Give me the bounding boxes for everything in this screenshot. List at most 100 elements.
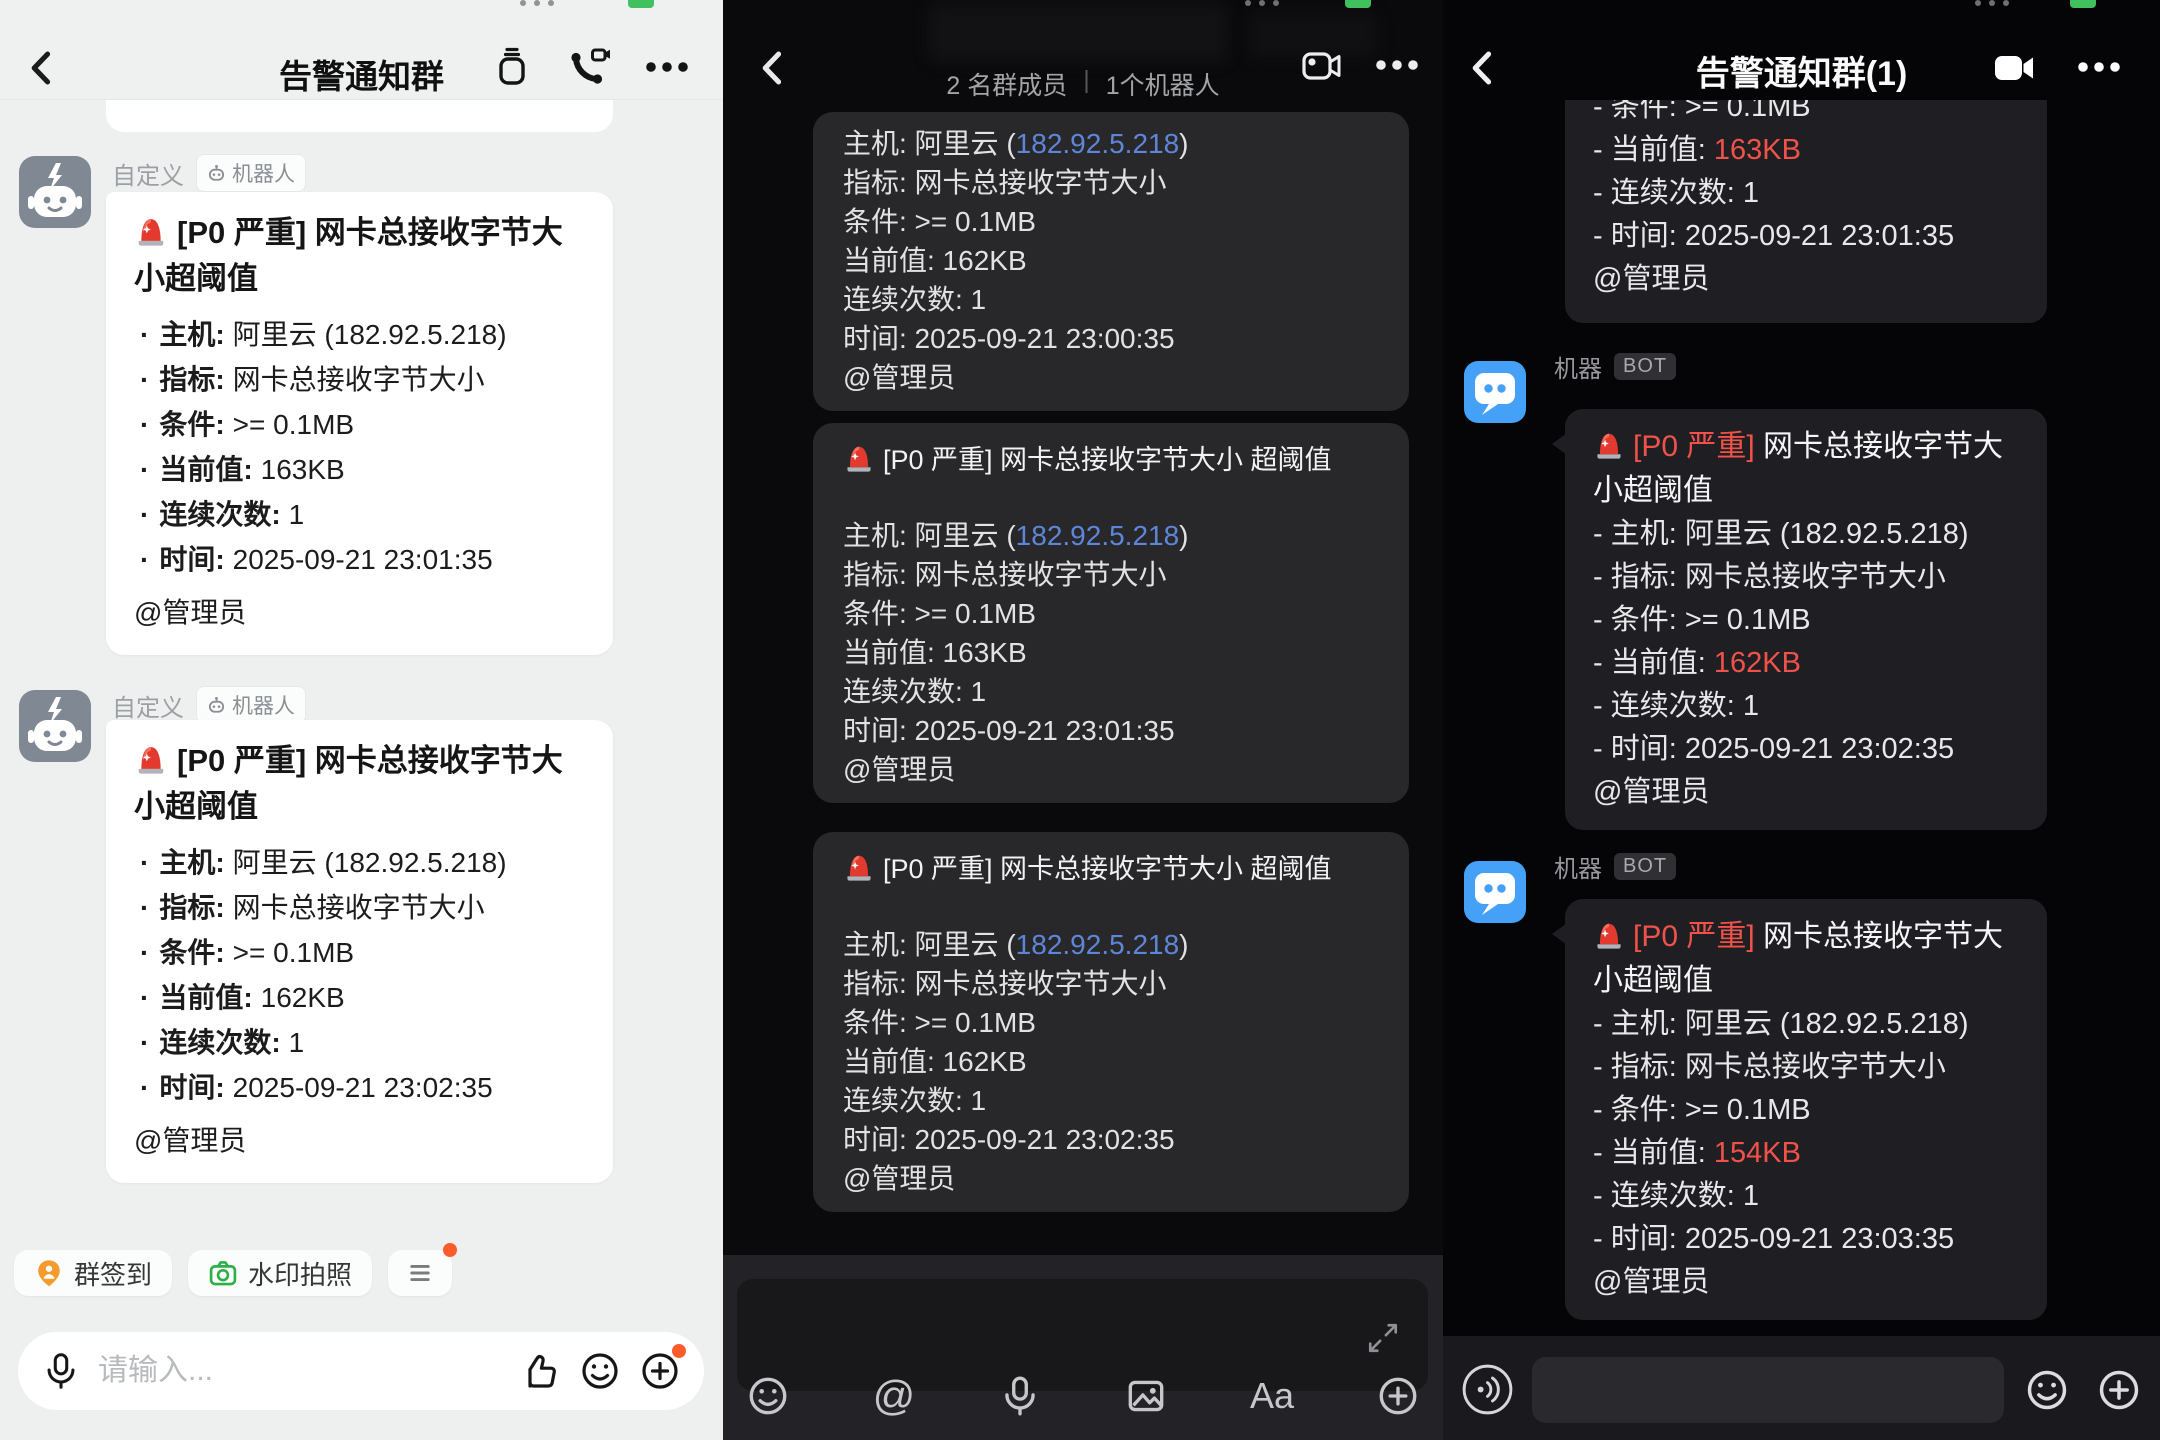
notification-dot: [672, 1344, 686, 1358]
bot-avatar[interactable]: [19, 690, 91, 762]
field-metric: 指标: 网卡总接收字节大小: [843, 555, 1379, 594]
field-count: 连续次数:1: [134, 492, 585, 537]
mention-icon[interactable]: @: [871, 1373, 917, 1419]
camera-icon: [208, 1258, 238, 1288]
mention[interactable]: @管理员: [134, 1118, 585, 1163]
field-host: 主机: 阿里云 (182.92.5.218): [843, 124, 1379, 163]
field-time: 时间:2025-09-21 23:02:35: [134, 1065, 585, 1110]
chat-bubble-avatar-icon: [1464, 361, 1526, 423]
message-input[interactable]: [98, 1354, 502, 1388]
mention[interactable]: @管理员: [1593, 1261, 2019, 1304]
field-count: - 连续次数: 1: [1593, 1175, 2019, 1218]
field-time: 时间:2025-09-21 23:01:35: [134, 537, 585, 582]
expand-icon[interactable]: [1366, 1321, 1400, 1355]
alert-card[interactable]: [P0 严重] 网卡总接收字节大小超阈值 主机:阿里云 (182.92.5.21…: [106, 720, 613, 1183]
bot-avatar[interactable]: [1464, 361, 1526, 423]
field-time: - 时间: 2025-09-21 23:03:35: [1593, 1218, 2019, 1261]
alert-card[interactable]: [P0 严重] 网卡总接收字节大小 超阈值 主机: 阿里云 (182.92.5.…: [813, 423, 1409, 803]
field-current: 当前值: 162KB: [843, 241, 1379, 280]
redacted-title: [928, 4, 1228, 62]
siren-icon: [843, 441, 875, 473]
text-format-icon[interactable]: Aa: [1249, 1373, 1295, 1419]
mention[interactable]: @管理员: [1593, 258, 2019, 301]
input-bar: [18, 1332, 704, 1410]
field-condition: 条件: >= 0.1MB: [843, 202, 1379, 241]
message-input[interactable]: [1532, 1357, 2004, 1423]
robot-avatar-icon: [19, 156, 91, 228]
alert-card[interactable]: [P0 严重] 网卡总接收字节大小 超阈值 主机: 阿里云 (182.92.5.…: [813, 832, 1409, 1212]
emoji-icon[interactable]: [578, 1349, 622, 1393]
bot-tag: BOT: [1614, 353, 1676, 380]
field-condition: - 条件: >= 0.1MB: [1593, 1089, 2019, 1132]
mention[interactable]: @管理员: [843, 358, 1379, 397]
plus-icon[interactable]: [1375, 1373, 1421, 1419]
image-icon[interactable]: [1123, 1373, 1169, 1419]
robot-tag-icon: [207, 164, 226, 183]
field-current: 当前值: 163KB: [843, 633, 1379, 672]
plus-button[interactable]: [638, 1349, 682, 1393]
emoji-icon[interactable]: [745, 1373, 791, 1419]
more-icon[interactable]: [2076, 60, 2122, 74]
group-signin-button[interactable]: 群签到: [14, 1250, 172, 1296]
watermark-camera-button[interactable]: 水印拍照: [188, 1250, 372, 1296]
bot-avatar[interactable]: [19, 156, 91, 228]
alert-bubble[interactable]: [P0 严重] 网卡总接收字节大小超阈值 - 主机: 阿里云 (182.92.5…: [1565, 899, 2047, 1320]
alert-card[interactable]: 主机: 阿里云 (182.92.5.218) 指标: 网卡总接收字节大小 条件:…: [813, 112, 1409, 411]
sender-row: 机器 BOT: [1554, 850, 1676, 882]
field-condition: - 条件: >= 0.1MB: [1593, 599, 2019, 642]
bot-avatar[interactable]: [1464, 861, 1526, 923]
field-metric: 指标:网卡总接收字节大小: [134, 357, 585, 402]
statusbar-remnant-dots: [520, 0, 554, 6]
severity-label: [P0 严重]: [1633, 430, 1755, 463]
mic-icon[interactable]: [997, 1373, 1043, 1419]
field-current: 当前值:163KB: [134, 447, 585, 492]
field-current: - 当前值: 162KB: [1593, 642, 2019, 685]
siren-icon: [843, 850, 875, 882]
more-icon[interactable]: [644, 60, 690, 74]
chat-header: 告警通知群(1): [1443, 0, 2160, 100]
ip-link[interactable]: 182.92.5.218: [1016, 520, 1180, 551]
siren-icon: [134, 741, 168, 775]
field-time: - 时间: 2025-09-21 23:02:35: [1593, 728, 2019, 771]
mention[interactable]: @管理员: [843, 1159, 1379, 1198]
mic-icon[interactable]: [40, 1350, 82, 1392]
video-call-icon[interactable]: [1992, 46, 2036, 90]
video-call-icon[interactable]: [566, 44, 612, 90]
sender-row: 自定义 机器人: [112, 156, 306, 190]
member-count: 2 名群成员: [946, 66, 1067, 102]
field-time: 时间: 2025-09-21 23:01:35: [843, 711, 1379, 750]
chat-title: 告警通知群(1): [1443, 46, 2160, 95]
robot-avatar-icon: [19, 690, 91, 762]
chat-header: 2 名群成员 | 1个机器人: [723, 0, 1443, 100]
field-count: 连续次数: 1: [843, 672, 1379, 711]
sender-row: 机器 BOT: [1554, 350, 1676, 382]
chat-header: 告警通知群: [0, 0, 723, 100]
more-actions-button[interactable]: [388, 1250, 452, 1296]
bubble-tail: [1552, 923, 1567, 945]
emoji-icon[interactable]: [2023, 1366, 2071, 1414]
mention[interactable]: @管理员: [843, 750, 1379, 789]
statusbar-battery-icon: [1345, 0, 1371, 8]
panel-dingtalk-light: 告警通知群 自定义 机器人: [0, 0, 723, 1440]
alert-card[interactable]: [P0 严重] 网卡总接收字节大小超阈值 主机:阿里云 (182.92.5.21…: [106, 192, 613, 655]
alert-title: [P0 严重] 网卡总接收字节大小超阈值: [134, 738, 585, 830]
ip-link[interactable]: 182.92.5.218: [1016, 929, 1180, 960]
alert-fields: 主机:阿里云 (182.92.5.218) 指标:网卡总接收字节大小 条件:>=…: [134, 840, 585, 1110]
mention[interactable]: @管理员: [1593, 771, 2019, 814]
voice-icon[interactable]: [1460, 1362, 1515, 1417]
more-icon[interactable]: [1374, 58, 1420, 72]
video-call-icon[interactable]: [1300, 44, 1344, 88]
alert-title: [P0 严重] 网卡总接收字节大小 超阈值: [843, 849, 1379, 889]
robot-tag: 机器人: [196, 154, 306, 192]
chat-title: 告警通知群: [0, 50, 723, 98]
field-metric: 指标: 网卡总接收字节大小: [843, 163, 1379, 202]
thumbs-up-icon[interactable]: [518, 1349, 562, 1393]
alert-bubble[interactable]: [P0 严重] 网卡总接收字节大小超阈值 - 主机: 阿里云 (182.92.5…: [1565, 409, 2047, 830]
bubble-tail: [1552, 433, 1567, 455]
ding-flask-icon[interactable]: [490, 44, 534, 88]
field-condition: 条件: >= 0.1MB: [843, 594, 1379, 633]
plus-icon[interactable]: [2095, 1366, 2143, 1414]
alert-title: [P0 严重] 网卡总接收字节大小超阈值: [1593, 425, 2019, 513]
ip-link[interactable]: 182.92.5.218: [1016, 128, 1180, 159]
mention[interactable]: @管理员: [134, 590, 585, 635]
